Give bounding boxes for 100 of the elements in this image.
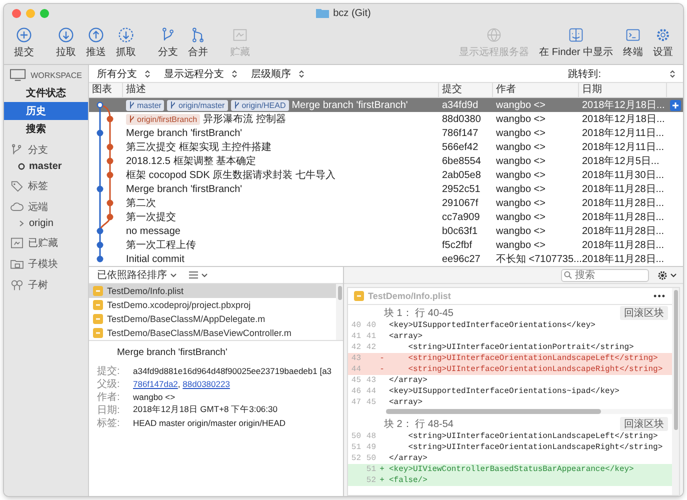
diff-line: 42 42 <string>UIInterfaceOrientationPortrait</string> <box>350 342 635 353</box>
settings-dropdown[interactable] <box>657 270 677 280</box>
toolbar-button[interactable]: 提交 <box>10 25 38 61</box>
commit-row[interactable]: master origin/master origin/HEAD Merge branch 'firstBranch' a34fd9d wangbo <> 2018年12月18日... <box>89 98 683 112</box>
section-icon <box>10 201 24 213</box>
modified-file-icon <box>93 314 103 324</box>
section-label[interactable]: 远端 <box>28 200 48 214</box>
field-value: a34fd9d881e16d964d48f90025ee23719baedeb1 [a3 <box>133 366 332 376</box>
column-header[interactable]: 提交 <box>439 83 493 97</box>
section-label[interactable]: 子模块 <box>28 257 58 271</box>
column-header[interactable]: 作者 <box>493 83 579 97</box>
file-row[interactable]: TestDemo/BaseClassM/BaseViewController.m <box>89 326 336 340</box>
commit-row[interactable]: no message b0c63f1 wangbo <> 2018年11月28日... <box>89 224 683 238</box>
commit-message: 第一次工程上传 <box>126 238 196 252</box>
section-label[interactable]: 已贮藏 <box>28 236 58 250</box>
zoom-button[interactable] <box>40 8 49 18</box>
toolbar-button[interactable]: 推送 <box>82 25 110 61</box>
updown-caret-icon <box>145 70 150 78</box>
folder-icon <box>316 8 330 18</box>
scrollbar[interactable] <box>672 288 679 495</box>
close-button[interactable] <box>12 8 21 18</box>
more-button[interactable]: ••• <box>654 291 666 301</box>
column-header[interactable]: 描述 <box>123 83 439 97</box>
commit-author: wangbo <> <box>495 226 546 236</box>
minimize-button[interactable] <box>26 8 35 18</box>
commit-date: 2018年12月18日... <box>581 113 666 126</box>
sidebar-item[interactable]: origin <box>29 218 54 229</box>
sort-dropdown[interactable]: 已依照路径排序 <box>97 268 177 282</box>
section-label[interactable]: 子树 <box>28 278 48 292</box>
toolbar-button[interactable]: 拉取 <box>52 25 80 61</box>
file-row[interactable]: TestDemo/BaseClassM/AppDelegate.m <box>89 312 336 326</box>
commit-message: 第二次 <box>126 197 156 210</box>
toolbar-button[interactable]: 合并 <box>184 25 212 61</box>
commit-hash: a34fd9d <box>441 100 480 110</box>
toolbar-button[interactable]: 终端 <box>619 25 647 61</box>
commit-row[interactable]: origin/firstBranch 异形瀑布流 控制器 88d0380 wangbo <> 2018年12月18日... <box>89 112 683 126</box>
modified-file-icon <box>93 286 103 296</box>
file-row[interactable]: TestDemo/Info.plist <box>89 284 336 298</box>
toolbar-button[interactable]: 抓取 <box>112 25 140 61</box>
commit-message: 异形瀑布流 控制器 <box>203 112 286 126</box>
branch-icon <box>170 101 176 109</box>
updown-caret-icon <box>299 70 304 78</box>
column-header[interactable]: 日期 <box>579 83 667 97</box>
commit-row[interactable]: 第一次工程上传 f5c2fbf wangbo <> 2018年11月28日... <box>89 238 683 252</box>
filter-dropdown[interactable]: 显示远程分支 <box>164 66 237 80</box>
section-label[interactable]: 标签 <box>28 179 48 193</box>
sidebar-item[interactable]: 文件状态 <box>4 84 88 102</box>
globe-icon <box>486 27 502 43</box>
tray-icon <box>232 27 248 43</box>
filter-dropdown[interactable]: 所有分支 <box>97 66 150 80</box>
scrollbar[interactable] <box>336 284 343 340</box>
add-button[interactable] <box>670 100 681 110</box>
commit-row[interactable]: 2018.12.5 框架调整 基本确定 6be8554 wangbo <> 2018年12月5日... <box>89 154 683 168</box>
commit-hash: 2ab05e8 <box>441 170 482 180</box>
commit-row[interactable]: 第一次提交 cc7a909 wangbo <> 2018年11月28日... <box>89 210 683 224</box>
commit-link[interactable]: 786f147da2 <box>133 378 178 388</box>
commit-row[interactable]: 框架 cocopod SDK 原生数据请求封装 七牛导入 2ab05e8 wangbo <> 2018年11月30日... <box>89 168 683 182</box>
sidebar-item[interactable]: 搜索 <box>4 120 88 138</box>
parent-links: 786f147da2, 88d0380223 <box>133 378 230 388</box>
toolbar-button[interactable]: 设置 <box>649 25 677 61</box>
diff-line: 40 40 <key>UISupportedInterfaceOrientations</key> <box>350 320 596 331</box>
chevron-right-icon[interactable] <box>18 220 25 227</box>
settings-icon <box>655 27 671 43</box>
discard-hunk-button[interactable]: 回滚区块 <box>620 416 668 430</box>
view-mode-dropdown[interactable] <box>189 271 208 279</box>
plus-circle-icon <box>16 27 32 43</box>
commit-row[interactable]: Merge branch 'firstBranch' 786f147 wangbo <> 2018年12月11日... <box>89 126 683 140</box>
updown-caret-icon <box>232 70 237 78</box>
column-header[interactable]: 图表 <box>89 83 123 97</box>
discard-hunk-button[interactable]: 回滚区块 <box>620 306 668 320</box>
commit-message: Merge branch 'firstBranch' <box>117 347 228 358</box>
commit-message: no message <box>126 226 180 236</box>
toolbar-button[interactable]: 分支 <box>154 25 182 61</box>
commit-date: 2018年11月28日... <box>581 253 666 266</box>
field-value: wangbo <> <box>133 392 176 402</box>
diff-line: 45 43 </array> <box>350 375 428 386</box>
hunk-title: 块 1： 行 40-45 <box>384 306 454 320</box>
commit-row[interactable]: Merge branch 'firstBranch' 2952c51 wangbo <> 2018年11月28日... <box>89 182 683 196</box>
terminal-icon <box>625 27 641 43</box>
commit-hash: ee96c27 <box>441 254 482 264</box>
commit-date: 2018年12月18日... <box>581 99 666 112</box>
section-label[interactable]: 分支 <box>28 143 48 157</box>
diff-file-name: TestDemo/Info.plist <box>368 291 451 301</box>
filter-dropdown[interactable]: 层级顺序 <box>251 66 304 80</box>
up-arrow-circle-icon <box>88 27 104 43</box>
sidebar-item[interactable]: 历史 <box>4 102 88 120</box>
commit-link[interactable]: 88d0380223 <box>182 378 230 388</box>
commit-author: wangbo <> <box>495 156 546 166</box>
search-field[interactable]: 搜索 <box>561 268 649 282</box>
sidebar-item[interactable]: master <box>29 161 62 172</box>
toolbar-button[interactable]: 在 Finder 中显示 <box>535 25 617 61</box>
hunk-title: 块 2： 行 48-54 <box>384 418 454 430</box>
file-row[interactable]: TestDemo.xcodeproj/project.pbxproj <box>89 298 336 312</box>
commit-author: wangbo <> <box>495 114 546 124</box>
commit-row[interactable]: 第三次提交 框架实现 主控件搭建 566ef42 wangbo <> 2018年12月11日... <box>89 140 683 154</box>
commit-row[interactable]: 第二次 291067f wangbo <> 2018年11月28日... <box>89 196 683 210</box>
commit-row[interactable]: Initial commit ee96c27 不长知 <7107735...2018年11月28日... <box>89 252 683 266</box>
scrollbar[interactable] <box>386 409 672 414</box>
commit-hash: f5c2fbf <box>441 240 474 250</box>
settings-icon <box>657 270 668 280</box>
